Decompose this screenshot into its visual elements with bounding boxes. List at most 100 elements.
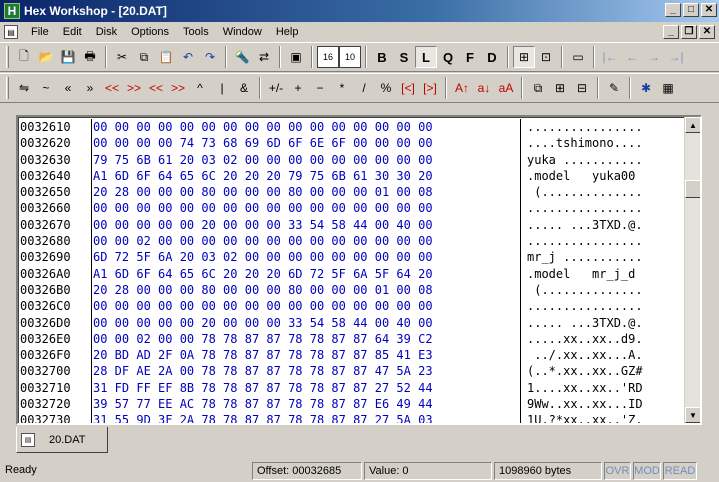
ascii-column[interactable]: ................ ....tshimono.... yuka ...… [520, 119, 682, 423]
tab-20-dat[interactable]: ▤ 20.DAT [16, 427, 108, 453]
shift-left-button[interactable]: « [57, 77, 79, 99]
add-button[interactable]: + [287, 77, 309, 99]
save-icon[interactable]: 💾 [57, 46, 79, 68]
toolbar-grip[interactable] [6, 46, 9, 68]
row-ascii[interactable]: 9Ww..xx..xx...ID [521, 396, 682, 412]
menu-disk[interactable]: Disk [89, 24, 124, 40]
base-16-icon[interactable]: 16 [317, 46, 339, 68]
properties-icon[interactable]: ✎ [603, 77, 625, 99]
row-hex-bytes[interactable]: 00 00 02 00 00 00 00 00 00 00 00 00 00 0… [92, 233, 519, 249]
compare-icon[interactable]: ⧉ [527, 77, 549, 99]
row-hex-bytes[interactable]: A1 6D 6F 64 65 6C 20 20 20 79 75 6B 61 3… [92, 168, 519, 184]
child-close-button[interactable]: ✕ [699, 25, 715, 39]
row-hex-bytes[interactable]: 31 55 9D 3F 2A 78 78 87 87 78 78 87 87 2… [92, 412, 519, 423]
hex-column[interactable]: 00 00 00 00 00 00 00 00 00 00 00 00 00 0… [91, 119, 519, 423]
row-ascii[interactable]: 1....xx..xx..'RD [521, 380, 682, 396]
quad-mode-button[interactable]: Q [437, 46, 459, 68]
replace-icon[interactable]: ⇄ [253, 46, 275, 68]
divide-button[interactable]: / [353, 77, 375, 99]
row-hex-bytes[interactable]: 31 FD FF EF 8B 78 78 87 87 78 78 87 87 2… [92, 380, 519, 396]
maximize-button[interactable]: □ [683, 3, 699, 17]
undo-icon[interactable]: ↶ [177, 46, 199, 68]
block-shift-right-button[interactable]: >> [167, 77, 189, 99]
swap-bytes-button[interactable]: ⇋ [13, 77, 35, 99]
row-ascii[interactable]: ..... ...3TXD.@. [521, 315, 682, 331]
minimize-button[interactable]: _ [665, 3, 681, 17]
and-button[interactable]: & [233, 77, 255, 99]
menu-edit[interactable]: Edit [56, 24, 89, 40]
multiply-button[interactable]: * [331, 77, 353, 99]
new-file-icon[interactable]: 🗋 [13, 46, 35, 68]
menu-file[interactable]: File [24, 24, 56, 40]
row-ascii[interactable]: ....tshimono.... [521, 135, 682, 151]
row-hex-bytes[interactable]: 00 00 00 00 00 20 00 00 00 33 54 58 44 0… [92, 217, 519, 233]
xor-button[interactable]: ^ [189, 77, 211, 99]
row-hex-bytes[interactable]: 39 57 77 EE AC 78 78 87 87 78 78 87 87 E… [92, 396, 519, 412]
cut-icon[interactable]: ✂ [111, 46, 133, 68]
document-icon[interactable]: ▤ [4, 25, 18, 39]
byte-mode-button[interactable]: B [371, 46, 393, 68]
row-ascii[interactable]: .....xx..xx..d9. [521, 331, 682, 347]
go-forward-icon[interactable]: → [643, 46, 665, 68]
find-icon[interactable]: 🔦 [231, 46, 253, 68]
modulus-button[interactable]: % [375, 77, 397, 99]
row-ascii[interactable]: ../.xx..xx...A. [521, 347, 682, 363]
subtract-button[interactable]: − [309, 77, 331, 99]
row-hex-bytes[interactable]: 00 00 02 00 00 78 78 87 87 78 78 87 87 6… [92, 331, 519, 347]
row-ascii[interactable]: (.............. [521, 282, 682, 298]
row-hex-bytes[interactable]: 6D 72 5F 6A 20 03 02 00 00 00 00 00 00 0… [92, 249, 519, 265]
chip-icon[interactable]: ✱ [635, 77, 657, 99]
hex-editor-view[interactable]: 0032610 0032620 0032630 0032640 0032650 00326… [16, 115, 702, 425]
lowercase-button[interactable]: a↓ [473, 77, 495, 99]
row-hex-bytes[interactable]: 00 00 00 00 74 73 68 69 6D 6F 6E 6F 00 0… [92, 135, 519, 151]
row-hex-bytes[interactable]: 00 00 00 00 00 00 00 00 00 00 00 00 00 0… [92, 200, 519, 216]
structure-icon[interactable]: ⊟ [571, 77, 593, 99]
menu-window[interactable]: Window [216, 24, 269, 40]
row-hex-bytes[interactable]: 28 DF AE 2A 00 78 78 87 87 78 78 87 87 4… [92, 363, 519, 379]
scroll-thumb[interactable] [685, 180, 700, 198]
checksum-icon[interactable]: ⊞ [549, 77, 571, 99]
row-ascii[interactable]: mr_j ........... [521, 249, 682, 265]
child-restore-button[interactable]: ❐ [681, 25, 697, 39]
menu-options[interactable]: Options [124, 24, 176, 40]
go-back-icon[interactable]: ← [621, 46, 643, 68]
invert-case-button[interactable]: aA [495, 77, 517, 99]
change-sign-button[interactable]: +/- [265, 77, 287, 99]
row-ascii[interactable]: ................ [521, 233, 682, 249]
row-hex-bytes[interactable]: 00 00 00 00 00 00 00 00 00 00 00 00 00 0… [92, 119, 519, 135]
row-hex-bytes[interactable]: 20 BD AD 2F 0A 78 78 87 87 78 78 87 87 8… [92, 347, 519, 363]
scroll-up-button[interactable]: ▲ [685, 117, 700, 133]
uppercase-button[interactable]: A↑ [451, 77, 473, 99]
shift-right-button[interactable]: » [79, 77, 101, 99]
hex-workshop-app-icon[interactable]: H [4, 3, 20, 19]
vertical-scrollbar[interactable]: ▲ ▼ [684, 117, 700, 423]
row-hex-bytes[interactable]: 00 00 00 00 00 00 00 00 00 00 00 00 00 0… [92, 298, 519, 314]
clipboard-icon[interactable]: ▣ [285, 46, 307, 68]
close-button[interactable]: ✕ [701, 3, 717, 17]
bookmark-panel-icon[interactable]: ⊡ [535, 46, 557, 68]
open-file-icon[interactable]: 📂 [35, 46, 57, 68]
row-hex-bytes[interactable]: 20 28 00 00 00 80 00 00 00 80 00 00 00 0… [92, 184, 519, 200]
row-ascii[interactable]: ................ [521, 119, 682, 135]
menu-help[interactable]: Help [269, 24, 306, 40]
toolbar-grip[interactable] [6, 77, 9, 99]
go-start-icon[interactable]: |← [599, 46, 621, 68]
base-10-icon[interactable]: 10 [339, 46, 361, 68]
row-ascii[interactable]: (.............. [521, 184, 682, 200]
row-ascii[interactable]: 1U.?*xx..xx..'Z. [521, 412, 682, 423]
row-ascii[interactable]: ................ [521, 200, 682, 216]
rotate-left-button[interactable]: << [101, 77, 123, 99]
long-mode-button[interactable]: L [415, 46, 437, 68]
print-icon[interactable]: 🖶 [79, 46, 101, 68]
row-hex-bytes[interactable]: A1 6D 6F 64 65 6C 20 20 20 6D 72 5F 6A 5… [92, 266, 519, 282]
row-ascii[interactable]: ..... ...3TXD.@. [521, 217, 682, 233]
or-button[interactable]: | [211, 77, 233, 99]
calculator-panel-icon[interactable]: ⊞ [513, 46, 535, 68]
float-mode-button[interactable]: F [459, 46, 481, 68]
invert-button[interactable]: ~ [35, 77, 57, 99]
double-mode-button[interactable]: D [481, 46, 503, 68]
row-ascii[interactable]: (..*.xx..xx..GZ# [521, 363, 682, 379]
go-end-icon[interactable]: →| [665, 46, 687, 68]
child-minimize-button[interactable]: _ [663, 25, 679, 39]
row-hex-bytes[interactable]: 20 28 00 00 00 80 00 00 00 80 00 00 00 0… [92, 282, 519, 298]
